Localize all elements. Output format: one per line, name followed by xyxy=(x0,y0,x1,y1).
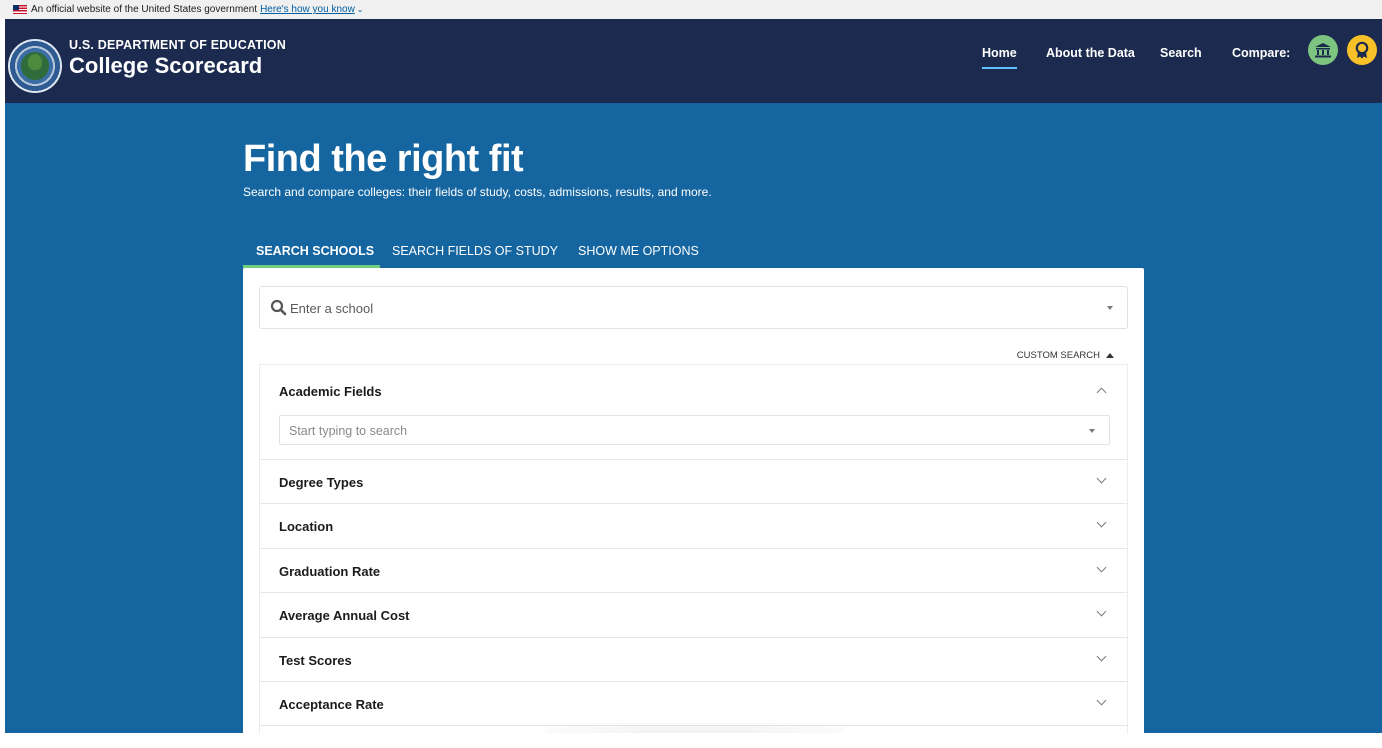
field-compare-icon xyxy=(1355,41,1369,59)
school-search-input[interactable] xyxy=(290,297,1070,319)
search-card: CUSTOM SEARCH Academic Fields Degree Typ… xyxy=(243,268,1144,748)
nav-home[interactable]: Home xyxy=(982,46,1017,69)
filter-label: Location xyxy=(279,519,334,534)
custom-search-toggle[interactable]: CUSTOM SEARCH xyxy=(1017,350,1114,361)
tab-search-fields-of-study[interactable]: SEARCH FIELDS OF STUDY xyxy=(392,244,558,258)
search-icon xyxy=(270,299,287,316)
custom-search-panel: Academic Fields Degree Types Location Gr… xyxy=(259,364,1128,734)
academic-fields-select[interactable] xyxy=(279,415,1110,445)
filter-label: Average Annual Cost xyxy=(279,608,410,623)
filter-label: Degree Types xyxy=(279,475,364,490)
department-seal-logo[interactable] xyxy=(8,39,62,93)
heres-how-you-know-link[interactable]: Here's how you know xyxy=(260,4,355,15)
nav-about-the-data[interactable]: About the Data xyxy=(1046,46,1135,60)
filter-degree-types[interactable]: Degree Types xyxy=(260,460,1127,504)
compare-fields-button[interactable] xyxy=(1347,35,1377,65)
chevron-down-icon[interactable] xyxy=(1096,606,1107,617)
chevron-down-icon[interactable] xyxy=(1096,473,1107,484)
chevron-down-icon[interactable] xyxy=(1096,651,1107,662)
page-title: Find the right fit xyxy=(243,138,524,180)
chevron-down-icon[interactable] xyxy=(1096,562,1107,573)
filter-acceptance-rate[interactable]: Acceptance Rate xyxy=(260,682,1127,726)
filter-label: Academic Fields xyxy=(279,384,382,399)
page-subtitle: Search and compare colleges: their field… xyxy=(243,185,712,199)
chevron-up-icon[interactable] xyxy=(1096,387,1107,398)
caret-down-icon[interactable] xyxy=(1107,306,1113,310)
chevron-down-icon[interactable]: ⌄ xyxy=(357,5,364,14)
caret-up-icon xyxy=(1106,353,1114,358)
filter-label: Graduation Rate xyxy=(279,564,381,579)
school-compare-icon xyxy=(1315,43,1331,58)
nav-compare-label: Compare: xyxy=(1232,46,1291,60)
filter-academic-fields[interactable]: Academic Fields xyxy=(260,365,1127,460)
tab-search-schools[interactable]: SEARCH SCHOOLS xyxy=(256,244,374,258)
agency-name[interactable]: U.S. DEPARTMENT OF EDUCATION xyxy=(69,38,286,52)
nav-search[interactable]: Search xyxy=(1160,46,1202,60)
chevron-down-icon[interactable] xyxy=(1096,695,1107,706)
chevron-down-icon[interactable] xyxy=(1096,517,1107,528)
caret-down-icon[interactable] xyxy=(1089,429,1095,433)
gov-banner: An official website of the United States… xyxy=(0,0,1382,19)
school-search-box[interactable] xyxy=(259,286,1128,329)
site-title[interactable]: College Scorecard xyxy=(69,53,262,79)
scroll-shadow xyxy=(545,723,845,733)
filter-label: Test Scores xyxy=(279,653,352,668)
filter-average-annual-cost[interactable]: Average Annual Cost xyxy=(260,593,1127,638)
gov-banner-text: An official website of the United States… xyxy=(31,4,258,15)
filter-graduation-rate[interactable]: Graduation Rate xyxy=(260,549,1127,593)
site-header: U.S. DEPARTMENT OF EDUCATION College Sco… xyxy=(5,19,1382,103)
us-flag-icon xyxy=(13,5,27,14)
filter-label: Acceptance Rate xyxy=(279,697,384,712)
filter-test-scores[interactable]: Test Scores xyxy=(260,638,1127,682)
filter-location[interactable]: Location xyxy=(260,504,1127,549)
custom-search-label: CUSTOM SEARCH xyxy=(1016,350,1100,361)
academic-fields-input[interactable] xyxy=(289,422,1049,440)
compare-schools-button[interactable] xyxy=(1308,35,1338,65)
tab-show-me-options[interactable]: SHOW ME OPTIONS xyxy=(578,244,699,258)
